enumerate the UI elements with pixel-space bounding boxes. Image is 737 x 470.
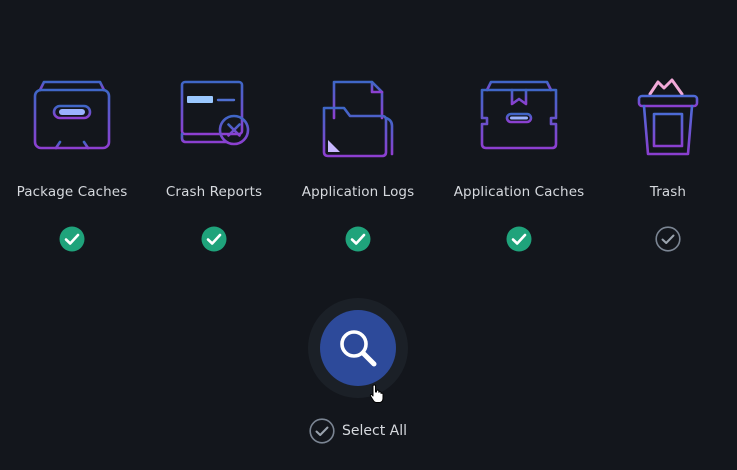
cleanup-screen: Package Caches Crash Reports Application…: [0, 0, 737, 470]
category-application-logs[interactable]: Application Logs: [283, 78, 433, 253]
crash-report-icon: [170, 78, 258, 162]
category-trash[interactable]: Trash: [593, 78, 737, 253]
category-application-caches[interactable]: Application Caches: [444, 78, 594, 253]
trash-basket-icon: [624, 78, 712, 162]
category-label: Trash: [649, 184, 687, 200]
app-cache-box-icon: [475, 78, 563, 162]
scan-button[interactable]: [320, 310, 396, 386]
hand-cursor-icon: [369, 384, 384, 403]
check-icon[interactable]: [506, 226, 532, 252]
search-icon: [340, 330, 377, 367]
check-icon: [309, 418, 335, 444]
check-icon[interactable]: [655, 226, 681, 252]
category-label: Application Logs: [301, 184, 415, 200]
category-label: Crash Reports: [165, 184, 263, 200]
category-label: Package Caches: [16, 184, 128, 200]
select-all-toggle[interactable]: Select All: [309, 418, 407, 444]
package-box-icon: [28, 78, 116, 162]
check-icon[interactable]: [201, 226, 227, 252]
select-all-label: Select All: [342, 423, 407, 439]
check-icon[interactable]: [345, 226, 371, 252]
scan-button-ring: [308, 298, 408, 398]
category-package-caches[interactable]: Package Caches: [0, 78, 147, 253]
folder-logs-icon: [314, 78, 402, 162]
category-crash-reports[interactable]: Crash Reports: [139, 78, 289, 253]
check-icon[interactable]: [59, 226, 85, 252]
category-label: Application Caches: [453, 184, 585, 200]
